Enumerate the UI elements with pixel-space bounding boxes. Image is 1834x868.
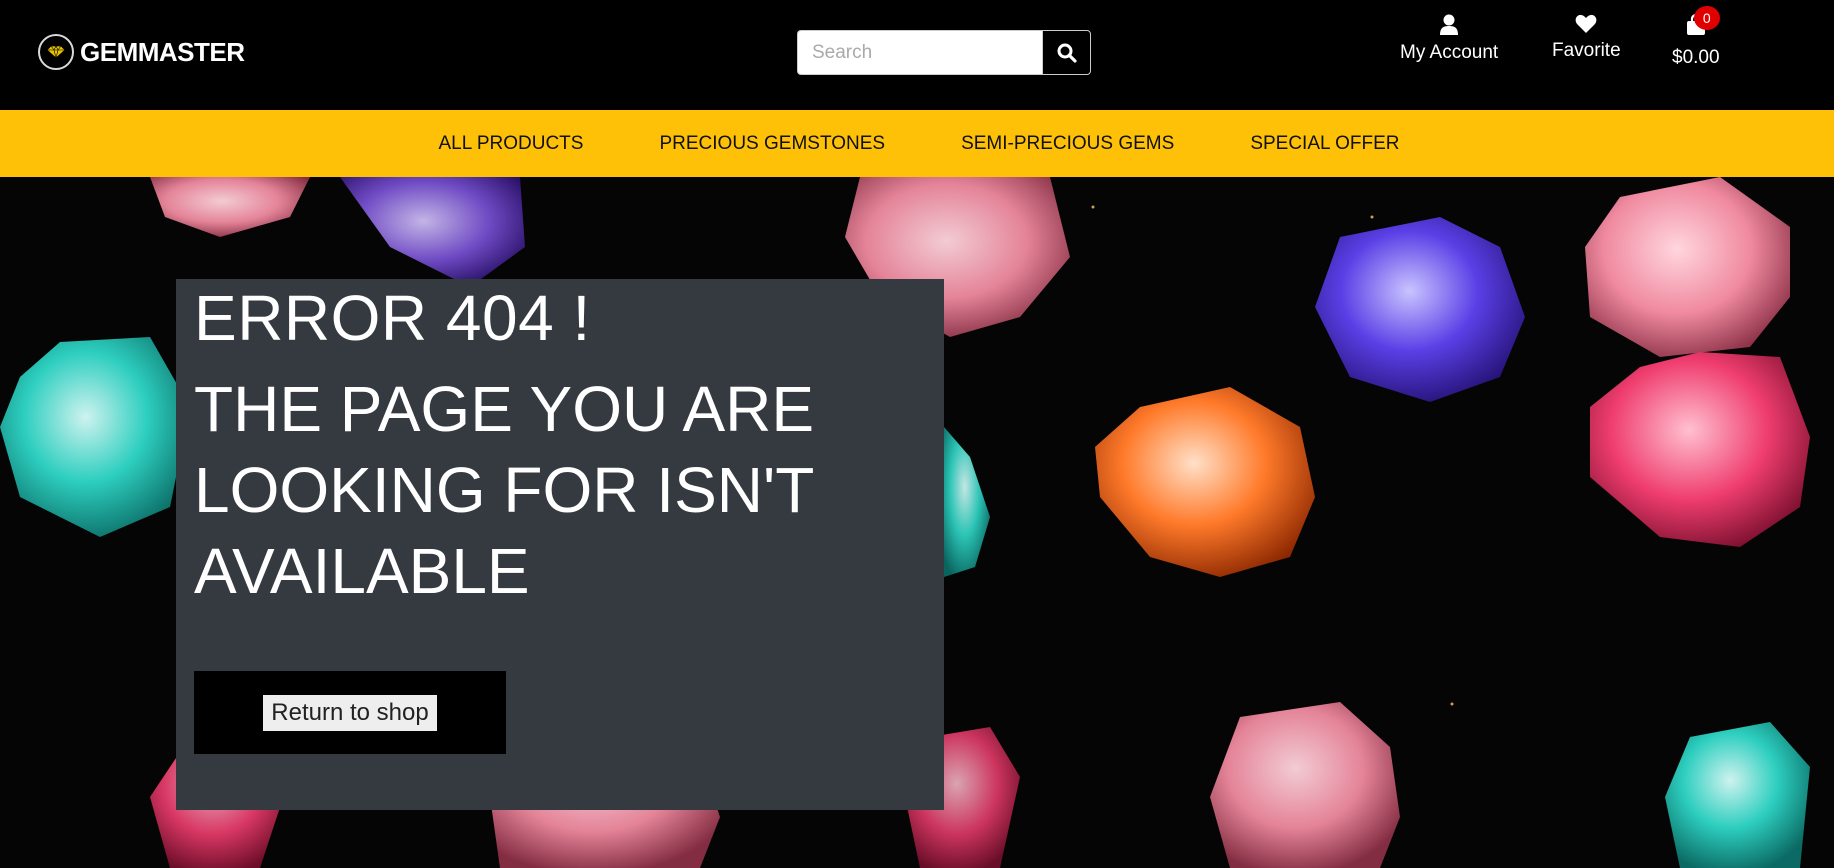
cart-count-badge: 0: [1693, 6, 1720, 30]
hero-section: ERROR 404 ! THE PAGE YOU ARE LOOKING FOR…: [0, 177, 1834, 868]
my-account-link[interactable]: My Account: [1400, 14, 1498, 64]
error-panel: ERROR 404 ! THE PAGE YOU ARE LOOKING FOR…: [176, 279, 944, 810]
gem-logo-icon: [38, 34, 74, 70]
return-button-container: Return to shop: [194, 671, 506, 754]
favorite-label: Favorite: [1552, 40, 1621, 61]
cart-icon-wrap: 0: [1686, 6, 1720, 41]
heart-icon: [1575, 14, 1597, 34]
error-code: ERROR 404 !: [194, 282, 591, 354]
search-button[interactable]: [1042, 30, 1091, 75]
cart-total: $0.00: [1672, 47, 1720, 68]
nav-precious-gemstones[interactable]: PRECIOUS GEMSTONES: [659, 133, 885, 155]
site-header: GEMMASTER My Account Favorite 0: [0, 0, 1834, 110]
nav-special-offer[interactable]: SPECIAL OFFER: [1250, 133, 1399, 155]
search-input[interactable]: [797, 30, 1042, 75]
error-message: THE PAGE YOU ARE LOOKING FOR ISN'T AVAIL…: [194, 373, 815, 607]
my-account-label: My Account: [1400, 42, 1499, 63]
search-form: [797, 30, 1091, 75]
user-icon: [1440, 14, 1459, 35]
search-icon: [1057, 43, 1077, 63]
main-nav: ALL PRODUCTS PRECIOUS GEMSTONES SEMI-PRE…: [0, 110, 1834, 177]
return-to-shop-button[interactable]: Return to shop: [263, 694, 437, 731]
nav-all-products[interactable]: ALL PRODUCTS: [438, 133, 583, 155]
nav-semi-precious-gems[interactable]: SEMI-PRECIOUS GEMS: [961, 133, 1174, 155]
brand-name: GEMMASTER: [80, 36, 245, 67]
cart-link[interactable]: 0 $0.00: [1672, 6, 1720, 69]
favorite-link[interactable]: Favorite: [1552, 14, 1621, 62]
brand-link[interactable]: GEMMASTER: [38, 34, 245, 70]
